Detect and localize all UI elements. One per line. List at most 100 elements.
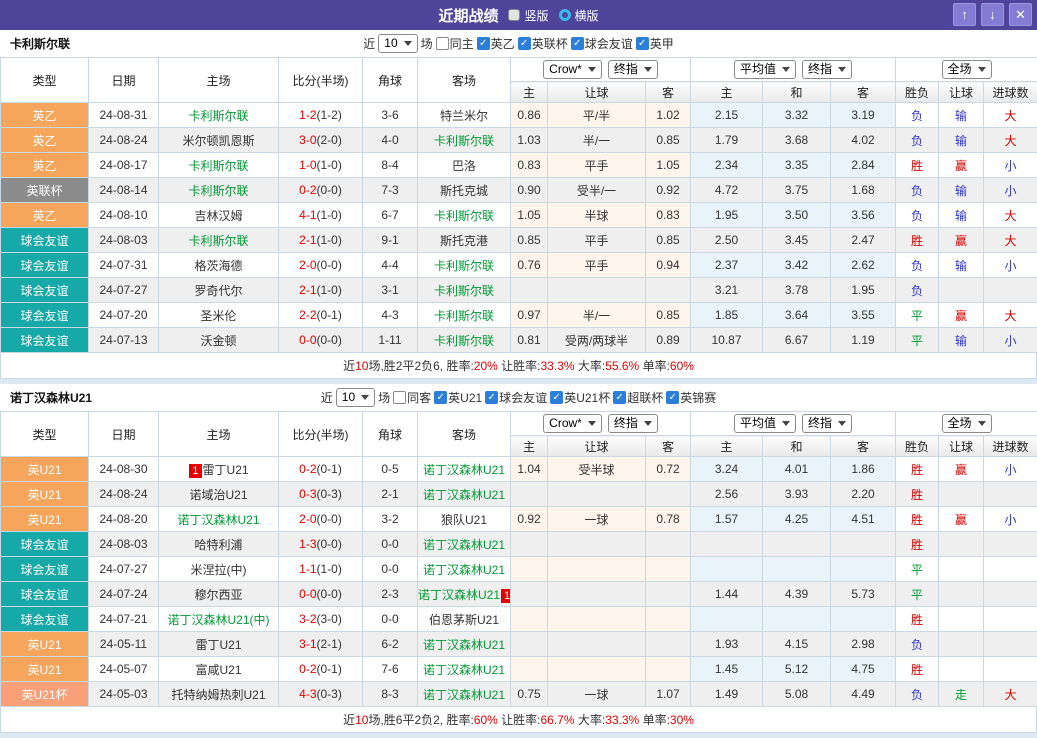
fulltime-score: 3-0 bbox=[299, 133, 317, 147]
checkbox-checked-icon: ✓ bbox=[550, 391, 564, 404]
away-team: 诺丁汉森林U21 bbox=[417, 556, 511, 582]
let-home-odds: 0.85 bbox=[510, 227, 548, 253]
result-cell: 负 bbox=[895, 177, 940, 203]
table-row: 球会友谊 24-07-13 沃金顿 0-0(0-0) 1-11 卡利斯尔联 0.81 受两/两… bbox=[0, 327, 1037, 353]
col-home: 主场 bbox=[158, 411, 279, 457]
col-date: 日期 bbox=[88, 57, 159, 103]
recent-count-select[interactable]: 10 bbox=[378, 34, 418, 53]
col-result: 胜负 bbox=[895, 81, 940, 103]
home-team: 诺丁汉森林U21 bbox=[158, 506, 279, 532]
league-filter-3[interactable]: ✓ 英甲 bbox=[635, 35, 674, 52]
let-home-odds bbox=[510, 277, 548, 303]
let-line: 平/半 bbox=[547, 102, 646, 128]
corner-score: 3-2 bbox=[362, 506, 418, 532]
league-badge: 球会友谊 bbox=[0, 252, 89, 278]
avg-draw-odds bbox=[762, 556, 831, 582]
team-label: 托特纳姆热刺U21 bbox=[171, 687, 266, 702]
away-team: 斯托克港 bbox=[417, 227, 511, 253]
col-away: 客场 bbox=[417, 57, 511, 103]
move-up-button[interactable]: ↑ bbox=[953, 3, 976, 26]
let-home-odds bbox=[510, 581, 548, 607]
move-down-button[interactable]: ↓ bbox=[981, 3, 1004, 26]
league-filter-1[interactable]: ✓ 球会友谊 bbox=[485, 389, 547, 406]
league-filter-2-label: 英U21杯 bbox=[564, 391, 611, 405]
league-filter-0[interactable]: ✓ 英U21 bbox=[434, 389, 482, 406]
result-cell: 胜 bbox=[895, 531, 940, 557]
halftime-score: (0-0) bbox=[316, 258, 342, 272]
fulltime-score: 0-2 bbox=[299, 183, 317, 197]
goals-cell: 小 bbox=[983, 327, 1037, 353]
col-goals: 进球数 bbox=[983, 435, 1037, 457]
let-line bbox=[547, 631, 646, 657]
corner-score: 3-1 bbox=[362, 277, 418, 303]
summary-segment: 66.7% bbox=[540, 712, 575, 727]
same-venue-checkbox[interactable]: 同主 bbox=[435, 35, 474, 52]
team-label: 诺丁汉森林U21 bbox=[422, 462, 505, 477]
match-date: 24-05-11 bbox=[88, 631, 159, 657]
summary-segment: 场,胜2平2负6, 胜率: bbox=[368, 359, 474, 373]
league-filter-1[interactable]: ✓ 英联杯 bbox=[517, 35, 568, 52]
league-filter-1-label: 球会友谊 bbox=[499, 391, 548, 405]
league-badge: 英U21 bbox=[0, 631, 89, 657]
average-select[interactable]: 平均值 bbox=[733, 60, 796, 79]
chevron-down-icon bbox=[361, 395, 370, 400]
score: 1-3(0-0) bbox=[278, 531, 363, 557]
fulltime-select[interactable]: 全场 bbox=[941, 414, 992, 433]
bookmaker-stage-select[interactable]: 终指 bbox=[607, 414, 658, 433]
radio-horizontal[interactable]: 横版 bbox=[558, 7, 599, 24]
team-label: 卡利斯尔联 bbox=[433, 308, 494, 323]
goals-cell: 大 bbox=[983, 202, 1037, 228]
league-filter-0[interactable]: ✓ 英乙 bbox=[476, 35, 515, 52]
league-filter-2[interactable]: ✓ 球会友谊 bbox=[570, 35, 633, 52]
team-label: 诺丁汉森林U21 bbox=[418, 587, 501, 602]
same-venue-checkbox[interactable]: 同客 bbox=[393, 389, 431, 406]
league-filter-4[interactable]: ✓ 英锦赛 bbox=[666, 389, 716, 406]
halftime-score: (1-0) bbox=[316, 233, 342, 247]
recent-count-select-value: 10 bbox=[384, 36, 398, 50]
let-line bbox=[547, 656, 646, 682]
recent-count-select[interactable]: 10 bbox=[335, 388, 376, 407]
let-line bbox=[547, 606, 646, 632]
chevron-down-icon bbox=[838, 421, 847, 426]
let-result-cell bbox=[938, 481, 985, 507]
result-cell: 平 bbox=[895, 556, 940, 582]
bookmaker-stage-select[interactable]: 终指 bbox=[607, 60, 658, 79]
average-select[interactable]: 平均值 bbox=[733, 414, 796, 433]
fulltime-select[interactable]: 全场 bbox=[941, 60, 992, 79]
summary-segment: 场,胜6平2负2, 胜率: bbox=[368, 713, 474, 727]
avg-home-odds: 4.72 bbox=[690, 177, 763, 203]
halftime-score: (0-0) bbox=[316, 333, 342, 347]
table-row: 英U21杯 24-05-03 托特纳姆热刺U21 4-3(0-3) 8-3 诺丁汉森林U2… bbox=[0, 681, 1037, 707]
avg-home-odds: 1.44 bbox=[690, 581, 763, 607]
away-team: 卡利斯尔联 bbox=[417, 327, 511, 353]
match-date: 24-08-24 bbox=[88, 481, 159, 507]
let-away-odds bbox=[645, 277, 691, 303]
avg-draw-odds: 5.12 bbox=[762, 656, 831, 682]
let-home-odds bbox=[510, 556, 548, 582]
league-filter-3[interactable]: ✓ 超联杯 bbox=[613, 389, 663, 406]
bookmaker-select[interactable]: Crow* bbox=[543, 60, 602, 79]
result-cell: 胜 bbox=[895, 456, 940, 482]
radio-vertical[interactable]: 竖版 bbox=[508, 7, 549, 24]
avg-away-odds: 2.47 bbox=[829, 227, 897, 253]
home-team: 米涅拉(中) bbox=[158, 556, 279, 582]
average-stage-select[interactable]: 终指 bbox=[802, 60, 853, 79]
score: 0-2(0-1) bbox=[278, 656, 363, 682]
let-line: 受半/一 bbox=[547, 177, 646, 203]
average-stage-select[interactable]: 终指 bbox=[802, 414, 853, 433]
bookmaker-select-value: Crow* bbox=[549, 416, 582, 430]
league-filter-2[interactable]: ✓ 英U21杯 bbox=[550, 389, 610, 406]
checkbox-checked-icon: ✓ bbox=[635, 37, 649, 50]
avg-draw-odds: 4.39 bbox=[762, 581, 831, 607]
close-button[interactable]: ✕ bbox=[1009, 3, 1032, 26]
team-label: 米尔顿凯恩斯 bbox=[182, 133, 255, 148]
score: 2-0(0-0) bbox=[278, 506, 363, 532]
table-row: 英联杯 24-08-14 卡利斯尔联 0-2(0-0) 7-3 斯托克城 0.90 受半/一 0… bbox=[0, 177, 1037, 203]
section-divider bbox=[0, 733, 1037, 738]
avg-draw-odds: 3.42 bbox=[762, 252, 831, 278]
checkbox-checked-icon: ✓ bbox=[434, 391, 448, 404]
home-team: 米尔顿凯恩斯 bbox=[158, 127, 279, 153]
team-label: 卡利斯尔联 bbox=[188, 108, 249, 123]
result-cell: 平 bbox=[895, 581, 940, 607]
bookmaker-select[interactable]: Crow* bbox=[543, 414, 602, 433]
